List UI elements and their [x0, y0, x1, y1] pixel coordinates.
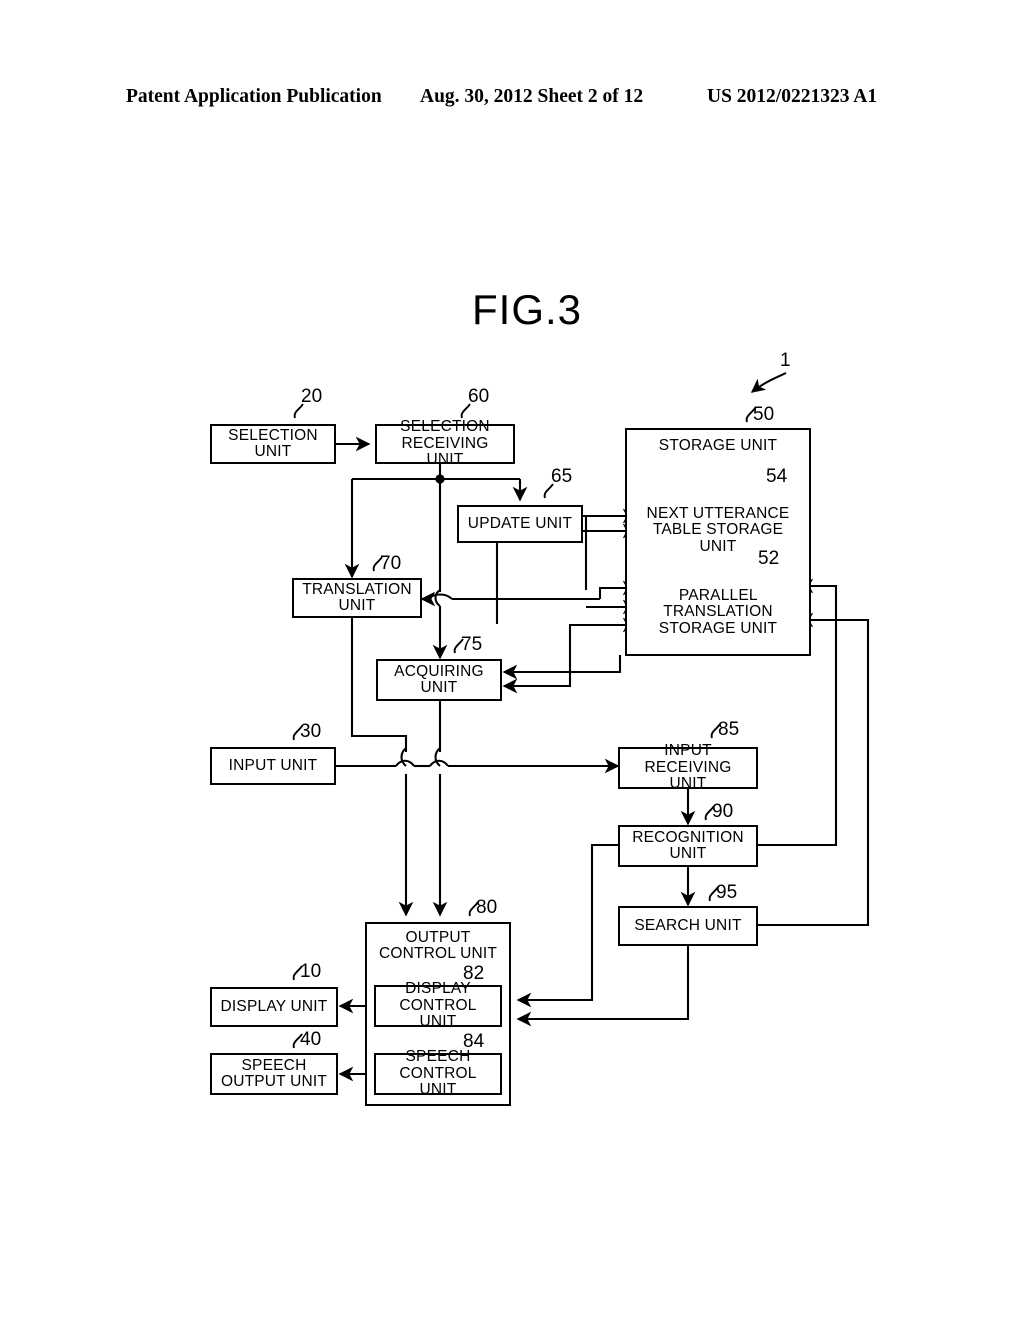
ref-52: 52 — [758, 548, 780, 569]
translation-unit-label-line2: UNIT — [338, 597, 376, 614]
patent-figure-page: Patent Application Publication Aug. 30, … — [0, 0, 1024, 1320]
speech-control-unit-label-line2: CONTROL UNIT — [399, 1064, 477, 1099]
edge-storage-to-acquiring-2 — [502, 648, 572, 694]
ref-54: 54 — [766, 466, 788, 487]
selection-unit-label-line1: SELECTION — [228, 426, 318, 444]
output-control-unit-label-line2: CONTROL UNIT — [378, 945, 498, 963]
speech-output-unit-box[interactable]: SPEECH OUTPUT UNIT — [210, 1053, 338, 1095]
system-ref-arrow — [750, 372, 787, 393]
ref-95: 95 — [716, 882, 738, 903]
translation-unit-label-line1: TRANSLATION — [302, 580, 412, 598]
recognition-unit-label-line1: RECOGNITION — [632, 828, 744, 846]
speech-control-unit-box[interactable]: SPEECH CONTROL UNIT — [374, 1048, 502, 1098]
parallel-translation-label-line2: TRANSLATION — [663, 603, 773, 621]
hop-center-a — [434, 589, 441, 607]
ref-10: 10 — [300, 961, 322, 982]
input-unit-label: INPUT UNIT — [228, 756, 318, 774]
acquiring-unit-box[interactable]: ACQUIRING UNIT — [376, 659, 502, 701]
speech-output-unit-label-line1: SPEECH — [241, 1056, 307, 1074]
speech-output-unit-label-line2: OUTPUT UNIT — [220, 1073, 328, 1090]
edge-storage-to-acquiring-1 — [502, 655, 622, 680]
edge-search-to-parallel — [758, 612, 870, 927]
display-control-unit-box[interactable]: DISPLAY CONTROL UNIT — [374, 980, 502, 1030]
search-unit-label: SEARCH UNIT — [634, 916, 742, 934]
ref-60: 60 — [468, 386, 490, 407]
next-utterance-label-line3: UNIT — [699, 537, 737, 555]
diagram-connectors — [292, 372, 870, 1082]
input-receiving-unit-label-line2: RECEIVING UNIT — [644, 758, 732, 793]
selection-receiving-unit-label-line2: RECEIVING UNIT — [401, 434, 489, 469]
ref-50: 50 — [753, 404, 775, 425]
ref-40: 40 — [300, 1029, 322, 1050]
input-receiving-unit-box[interactable]: INPUT RECEIVING UNIT — [618, 742, 758, 792]
input-unit-box[interactable]: INPUT UNIT — [210, 747, 336, 785]
recognition-unit-label-line2: UNIT — [669, 845, 707, 862]
ref-20: 20 — [301, 386, 323, 407]
ref-65: 65 — [551, 466, 573, 487]
edge-recognition-to-display-control — [516, 843, 618, 1008]
selection-receiving-unit-label-line1: SELECTION — [400, 418, 490, 436]
parallel-translation-label-line3: STORAGE UNIT — [658, 619, 778, 637]
ref-75: 75 — [461, 634, 483, 655]
selection-unit-box[interactable]: SELECTION UNIT — [210, 424, 336, 464]
acquiring-unit-label-line1: ACQUIRING — [394, 662, 484, 680]
input-receiving-unit-label-line1: INPUT — [664, 742, 712, 760]
acquiring-unit-label-line2: UNIT — [420, 679, 458, 696]
ref-90: 90 — [712, 801, 734, 822]
edge-search-to-display-control — [516, 946, 690, 1027]
ref-70: 70 — [380, 553, 402, 574]
selection-unit-label-line2: UNIT — [254, 443, 292, 460]
search-unit-box[interactable]: SEARCH UNIT — [618, 906, 758, 946]
display-unit-label: DISPLAY UNIT — [220, 997, 328, 1015]
update-unit-label: UPDATE UNIT — [467, 514, 573, 532]
next-utterance-label-line1: NEXT UTTERANCE — [646, 505, 790, 522]
output-control-unit-label-line1: OUTPUT — [405, 929, 471, 946]
selection-receiving-unit-box[interactable]: SELECTION RECEIVING UNIT — [375, 418, 515, 468]
translation-unit-box[interactable]: TRANSLATION UNIT — [292, 578, 422, 618]
hop-translation-in — [427, 593, 453, 600]
storage-unit-label: STORAGE UNIT — [658, 437, 778, 454]
edge-bus-to-next-utterance — [495, 523, 638, 624]
update-unit-box[interactable]: UPDATE UNIT — [457, 505, 583, 543]
parallel-translation-label-line1: PARALLEL — [678, 587, 758, 604]
parallel-translation-storage-unit[interactable]: PARALLEL TRANSLATION STORAGE UNIT — [640, 565, 796, 641]
ref-30: 30 — [300, 721, 322, 742]
next-utterance-label-line2: TABLE STORAGE — [652, 521, 784, 539]
ref-85: 85 — [718, 719, 740, 740]
ref-1-system: 1 — [780, 350, 791, 371]
ref-84: 84 — [463, 1031, 485, 1052]
display-control-unit-label-line2: CONTROL UNIT — [399, 996, 477, 1031]
ref-82: 82 — [463, 963, 485, 984]
ref-80: 80 — [476, 897, 498, 918]
display-unit-box[interactable]: DISPLAY UNIT — [210, 987, 338, 1027]
recognition-unit-box[interactable]: RECOGNITION UNIT — [618, 825, 758, 867]
